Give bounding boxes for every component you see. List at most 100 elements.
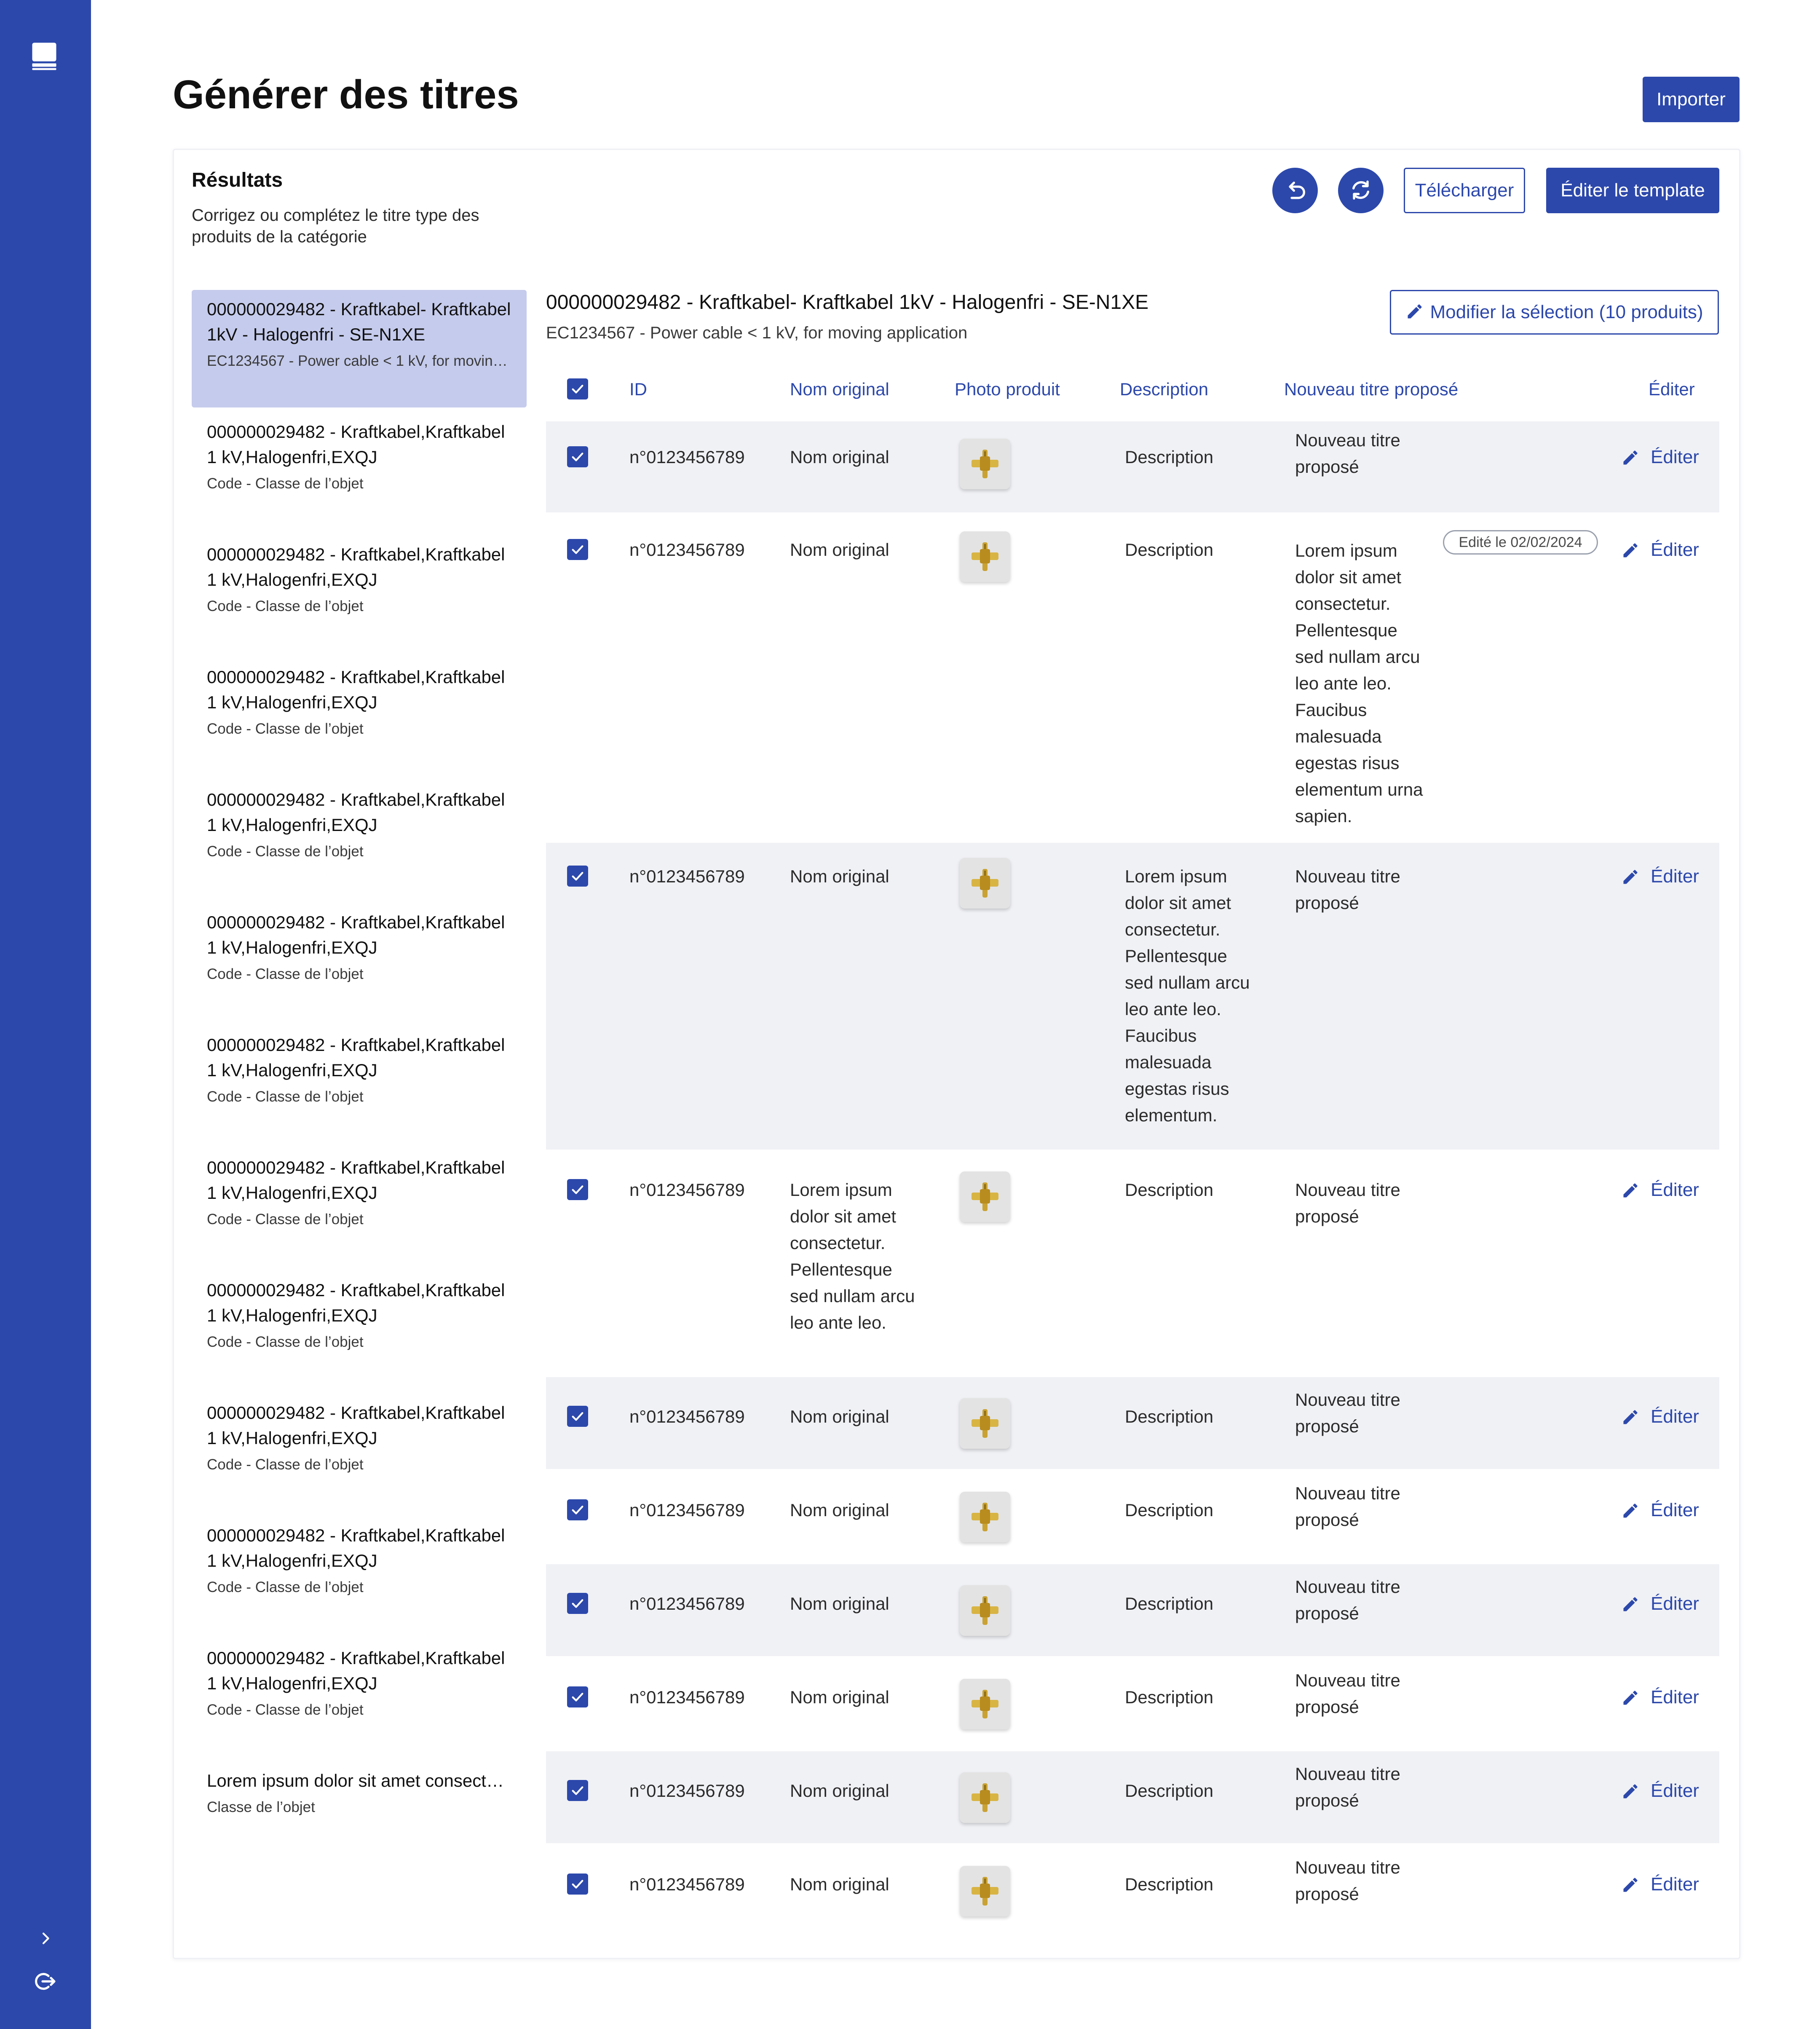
check-icon: [572, 1880, 583, 1889]
modify-selection-button[interactable]: Modifier la sélection (10 produits): [1390, 290, 1719, 335]
row-checkbox[interactable]: [567, 1406, 588, 1427]
pencil-icon: [1408, 304, 1422, 319]
row-edit-button[interactable]: Éditer: [1621, 1777, 1714, 1804]
product-photo-icon: [972, 1877, 998, 1906]
category-item[interactable]: 000000029482 - Kraftkabel,Kraftkabel 1 k…: [192, 535, 527, 658]
row-checkbox[interactable]: [567, 1179, 588, 1200]
header-new-title[interactable]: Nouveau titre proposé: [1284, 379, 1458, 399]
row-original-name: Nom original: [790, 866, 889, 886]
product-thumbnail[interactable]: [960, 1866, 1010, 1916]
product-thumbnail[interactable]: [960, 1398, 1010, 1449]
header-edit[interactable]: Éditer: [1649, 379, 1695, 399]
category-item-subtitle: Code - Classe de l’objet: [207, 1088, 364, 1105]
row-edit-button[interactable]: Éditer: [1621, 863, 1714, 890]
header-photo[interactable]: Photo produit: [955, 379, 1060, 399]
category-item-title: 000000029482 - Kraftkabel,Kraftkabel 1 k…: [207, 1158, 505, 1203]
check-icon: [572, 385, 583, 394]
row-checkbox[interactable]: [567, 1780, 588, 1801]
row-checkbox[interactable]: [567, 1686, 588, 1707]
category-item-subtitle: Code - Classe de l’objet: [207, 475, 364, 492]
category-item[interactable]: 000000029482 - Kraftkabel,Kraftkabel 1 k…: [192, 658, 527, 780]
refresh-button[interactable]: [1338, 168, 1384, 213]
row-description: Description: [1125, 1500, 1214, 1520]
header-description[interactable]: Description: [1120, 379, 1208, 399]
product-photo-icon: [972, 1409, 998, 1438]
category-item-title: 000000029482 - Kraftkabel- Kraftkabel 1k…: [207, 299, 511, 344]
category-item[interactable]: 000000029482 - Kraftkabel,Kraftkabel 1 k…: [192, 1516, 527, 1639]
category-item-title: 000000029482 - Kraftkabel,Kraftkabel 1 k…: [207, 422, 505, 467]
category-item-title: 000000029482 - Kraftkabel,Kraftkabel 1 k…: [207, 667, 505, 712]
category-item-title: 000000029482 - Kraftkabel,Kraftkabel 1 k…: [207, 1648, 505, 1693]
row-id: n°0123456789: [629, 540, 745, 560]
row-new-title: Lorem ipsum dolor sit amet consectetur. …: [1295, 541, 1423, 826]
category-item[interactable]: 000000029482 - Kraftkabel,Kraftkabel 1 k…: [192, 1394, 527, 1516]
row-description: Description: [1125, 540, 1214, 560]
row-checkbox[interactable]: [567, 539, 588, 560]
product-thumbnail[interactable]: [960, 1679, 1010, 1729]
pencil-icon: [1623, 543, 1638, 558]
row-id: n°0123456789: [629, 1180, 745, 1200]
logout-icon[interactable]: [34, 1970, 57, 1993]
category-item[interactable]: Lorem ipsum dolor sit amet consectetur Cl…: [192, 1761, 527, 1884]
row-edit-button[interactable]: Éditer: [1621, 1871, 1714, 1898]
row-checkbox[interactable]: [567, 1499, 588, 1520]
row-original-name: Nom original: [790, 1500, 889, 1520]
pencil-icon: [1623, 1691, 1638, 1705]
edit-template-button[interactable]: Éditer le template: [1546, 168, 1719, 213]
category-item[interactable]: 000000029482 - Kraftkabel,Kraftkabel 1 k…: [192, 1026, 527, 1148]
header-original-name[interactable]: Nom original: [790, 379, 889, 399]
pencil-icon: [1623, 870, 1638, 884]
category-item[interactable]: 000000029482 - Kraftkabel,Kraftkabel 1 k…: [192, 1639, 527, 1761]
product-thumbnail[interactable]: [960, 1585, 1010, 1636]
category-item[interactable]: 000000029482 - Kraftkabel,Kraftkabel 1 k…: [192, 903, 527, 1026]
row-edit-button[interactable]: Éditer: [1621, 1497, 1714, 1523]
row-description: Description: [1125, 1407, 1214, 1426]
product-photo-icon: [972, 1182, 998, 1211]
product-thumbnail[interactable]: [960, 1772, 1010, 1823]
row-checkbox[interactable]: [567, 1874, 588, 1895]
product-thumbnail[interactable]: [960, 439, 1010, 489]
row-edit-button[interactable]: Éditer: [1621, 1403, 1714, 1430]
product-thumbnail[interactable]: [960, 858, 1010, 909]
product-catalog-icon[interactable]: [28, 40, 60, 72]
modify-selection-label: Modifier la sélection (10 produits): [1430, 302, 1703, 322]
row-checkbox[interactable]: [567, 446, 588, 467]
row-edit-button[interactable]: Éditer: [1621, 1177, 1714, 1203]
select-all-checkbox[interactable]: [567, 378, 588, 399]
category-list: 000000029482 - Kraftkabel- Kraftkabel 1k…: [192, 290, 527, 1884]
undo-button[interactable]: [1272, 168, 1318, 213]
row-checkbox[interactable]: [567, 1593, 588, 1614]
selection-title: 000000029482 - Kraftkabel- Kraftkabel 1k…: [546, 291, 1149, 314]
pencil-icon: [1623, 1183, 1638, 1198]
undo-icon: [1289, 181, 1305, 199]
category-item[interactable]: 000000029482 - Kraftkabel,Kraftkabel 1 k…: [192, 1271, 527, 1394]
category-item-title: 000000029482 - Kraftkabel,Kraftkabel 1 k…: [207, 912, 505, 957]
pencil-icon: [1623, 450, 1638, 465]
results-title: Résultats: [192, 169, 283, 191]
category-item-active[interactable]: 000000029482 - Kraftkabel- Kraftkabel 1k…: [192, 290, 527, 407]
import-button[interactable]: Importer: [1643, 77, 1740, 122]
category-item[interactable]: 000000029482 - Kraftkabel,Kraftkabel 1 k…: [192, 780, 527, 903]
product-thumbnail[interactable]: [960, 531, 1010, 582]
row-edit-label: Éditer: [1651, 1406, 1699, 1427]
category-item[interactable]: 000000029482 - Kraftkabel,Kraftkabel 1 k…: [192, 1148, 527, 1271]
row-edit-button[interactable]: Éditer: [1621, 536, 1714, 563]
product-thumbnail[interactable]: [960, 1171, 1010, 1222]
header-id[interactable]: ID: [629, 379, 647, 399]
row-edit-label: Éditer: [1651, 1593, 1699, 1614]
row-checkbox[interactable]: [567, 866, 588, 887]
category-item-title: 000000029482 - Kraftkabel,Kraftkabel 1 k…: [207, 544, 505, 590]
product-photo-icon: [972, 1596, 998, 1625]
category-item-title: 000000029482 - Kraftkabel,Kraftkabel 1 k…: [207, 1403, 505, 1448]
row-edit-button[interactable]: Éditer: [1621, 1590, 1714, 1617]
row-edit-button[interactable]: Éditer: [1621, 1684, 1714, 1710]
category-item[interactable]: 000000029482 - Kraftkabel,Kraftkabel 1 k…: [192, 413, 527, 535]
chevron-right-icon[interactable]: [37, 1930, 54, 1947]
row-original-name: Nom original: [790, 447, 889, 467]
row-edit-button[interactable]: Éditer: [1621, 444, 1714, 470]
row-edit-label: Éditer: [1651, 1687, 1699, 1707]
product-thumbnail[interactable]: [960, 1492, 1010, 1542]
product-photo-icon: [972, 869, 998, 898]
download-button[interactable]: Télécharger: [1404, 168, 1525, 213]
row-id: n°0123456789: [629, 1874, 745, 1894]
